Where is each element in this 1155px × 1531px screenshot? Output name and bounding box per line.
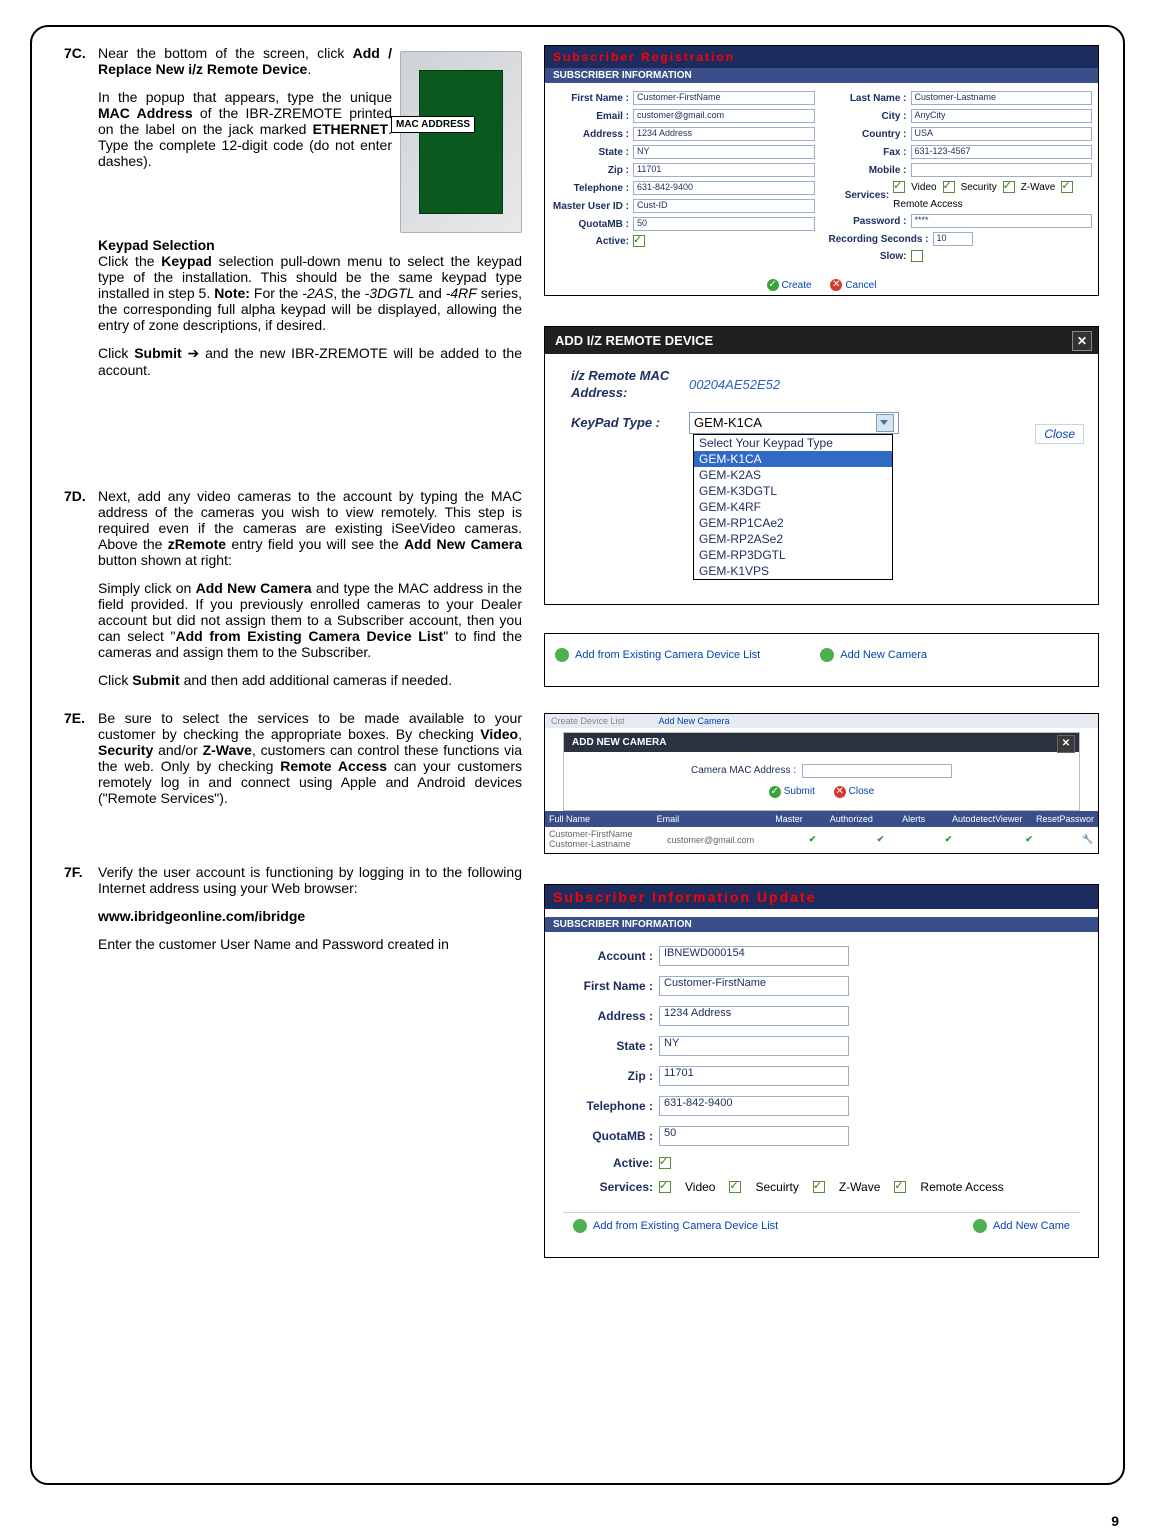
step-7f-body: Verify the user account is functioning b… [98, 864, 522, 952]
submit-button[interactable]: ✓Submit [769, 786, 815, 798]
step-7c-body: MAC ADDRESS Near the bottom of the scree… [98, 45, 522, 378]
step-7d-label: 7D. [64, 488, 92, 688]
close-icon[interactable]: ✕ [1072, 331, 1092, 351]
wrench-icon: 🔧 [1078, 831, 1098, 848]
check-icon: ✔ [980, 831, 1078, 848]
keypad-option[interactable]: GEM-K1VPS [694, 563, 892, 579]
keypad-option[interactable]: Select Your Keypad Type [694, 435, 892, 451]
panel-subheader: SUBSCRIBER INFORMATION [545, 68, 1098, 83]
mobile-input[interactable] [911, 163, 1093, 177]
keypad-option[interactable]: GEM-RP3DGTL [694, 547, 892, 563]
check-icon: ✓ [769, 786, 781, 798]
step-7e-body: Be sure to select the services to be mad… [98, 710, 522, 806]
plus-icon [555, 648, 569, 662]
page-number: 9 [1111, 1513, 1119, 1529]
user-table-row: Customer-FirstName Customer-Lastname cus… [545, 827, 1098, 853]
lastname-input[interactable]: Customer-Lastname [911, 91, 1093, 105]
plus-icon [820, 648, 834, 662]
plus-icon [973, 1219, 987, 1233]
cancel-icon: ✕ [834, 786, 846, 798]
slow-checkbox[interactable] [911, 250, 923, 262]
add-from-existing-link[interactable]: Add from Existing Camera Device List [555, 648, 760, 662]
address-input[interactable]: 1234 Address [633, 127, 815, 141]
add-new-camera-panel: Create Device List Add New Camera ADD NE… [544, 713, 1099, 854]
password-input[interactable]: **** [911, 214, 1093, 228]
service-zwave-checkbox[interactable] [1003, 181, 1015, 193]
iz-title: ADD I/Z REMOTE DEVICE✕ [545, 327, 1098, 354]
cancel-button[interactable]: ✕Cancel [830, 279, 876, 291]
keypad-option[interactable]: GEM-RP2ASe2 [694, 531, 892, 547]
service-video-checkbox[interactable] [659, 1181, 671, 1193]
active-checkbox[interactable] [633, 235, 645, 247]
keypad-option[interactable]: GEM-K4RF [694, 499, 892, 515]
state-input[interactable]: NY [633, 145, 815, 159]
add-from-existing-link[interactable]: Add from Existing Camera Device List [573, 1219, 778, 1233]
cancel-icon: ✕ [830, 279, 842, 291]
check-icon: ✓ [767, 279, 779, 291]
keypad-type-select[interactable]: GEM-K1CA [689, 412, 899, 434]
keypad-option[interactable]: GEM-K3DGTL [694, 483, 892, 499]
chevron-down-icon [876, 414, 894, 432]
address-input[interactable]: 1234 Address [659, 1006, 849, 1026]
user-table-header: Full Name Email Master Authorized Alerts… [545, 811, 1098, 827]
add-new-camera-link[interactable]: Add New Camera [820, 648, 927, 662]
service-remote-checkbox[interactable] [894, 1181, 906, 1193]
zremote-hardware-image: MAC ADDRESS [400, 51, 522, 233]
add-iz-remote-panel: ADD I/Z REMOTE DEVICE✕ i/z Remote MAC Ad… [544, 326, 1099, 605]
camera-link-bar: Add from Existing Camera Device List Add… [544, 633, 1099, 687]
panel-title: Subscriber Information Update [545, 885, 1098, 909]
fax-input[interactable]: 631-123-4567 [911, 145, 1093, 159]
check-icon: ✔ [844, 831, 917, 848]
service-security-checkbox[interactable] [943, 181, 955, 193]
close-button[interactable]: ✕Close [834, 786, 875, 798]
close-icon[interactable]: ✕ [1057, 735, 1075, 753]
add-new-camera-link[interactable]: Add New Camera [659, 716, 730, 726]
subscriber-registration-panel: Subscriber Registration SUBSCRIBER INFOR… [544, 45, 1099, 296]
subscriber-update-panel: Subscriber Information Update SUBSCRIBER… [544, 884, 1099, 1258]
account-input[interactable]: IBNEWD000154 [659, 946, 849, 966]
keypad-dropdown-list: Select Your Keypad Type GEM-K1CA GEM-K2A… [693, 434, 893, 580]
step-7e-label: 7E. [64, 710, 92, 806]
plus-icon [645, 716, 655, 726]
quotamb-input[interactable]: 50 [659, 1126, 849, 1146]
recsec-input[interactable]: 10 [933, 232, 973, 246]
firstname-input[interactable]: Customer-FirstName [659, 976, 849, 996]
step-7d-body: Next, add any video cameras to the accou… [98, 488, 522, 688]
state-input[interactable]: NY [659, 1036, 849, 1056]
service-zwave-checkbox[interactable] [813, 1181, 825, 1193]
zip-input[interactable]: 11701 [659, 1066, 849, 1086]
add-new-camera-link[interactable]: Add New Came [973, 1219, 1070, 1233]
keypad-option[interactable]: GEM-K1CA [694, 451, 892, 467]
step-7f-label: 7F. [64, 864, 92, 952]
email-input[interactable]: customer@gmail.com [633, 109, 815, 123]
keypad-option[interactable]: GEM-K2AS [694, 467, 892, 483]
country-input[interactable]: USA [911, 127, 1093, 141]
addcam-modal-title: ADD NEW CAMERA✕ [564, 733, 1079, 752]
service-security-checkbox[interactable] [729, 1181, 741, 1193]
active-checkbox[interactable] [659, 1157, 671, 1169]
plus-icon [573, 1219, 587, 1233]
telephone-input[interactable]: 631-842-9400 [659, 1096, 849, 1116]
city-input[interactable]: AnyCity [911, 109, 1093, 123]
check-icon: ✔ [781, 831, 844, 848]
zip-input[interactable]: 11701 [633, 163, 815, 177]
check-icon: ✔ [917, 831, 980, 848]
service-remote-checkbox[interactable] [1061, 181, 1073, 193]
telephone-input[interactable]: 631-842-9400 [633, 181, 815, 195]
close-link[interactable]: Close [1035, 424, 1084, 444]
create-button[interactable]: ✓Create [767, 279, 812, 291]
step-7c-label: 7C. [64, 45, 92, 378]
firstname-input[interactable]: Customer-FirstName [633, 91, 815, 105]
iz-mac-value: 00204AE52E52 [689, 377, 1072, 392]
camera-mac-input[interactable] [802, 764, 952, 778]
panel-title: Subscriber Registration [545, 46, 1098, 68]
masteruid-input[interactable]: Cust-ID [633, 199, 815, 213]
service-video-checkbox[interactable] [893, 181, 905, 193]
keypad-option[interactable]: GEM-RP1CAe2 [694, 515, 892, 531]
quotamb-input[interactable]: 50 [633, 217, 815, 231]
